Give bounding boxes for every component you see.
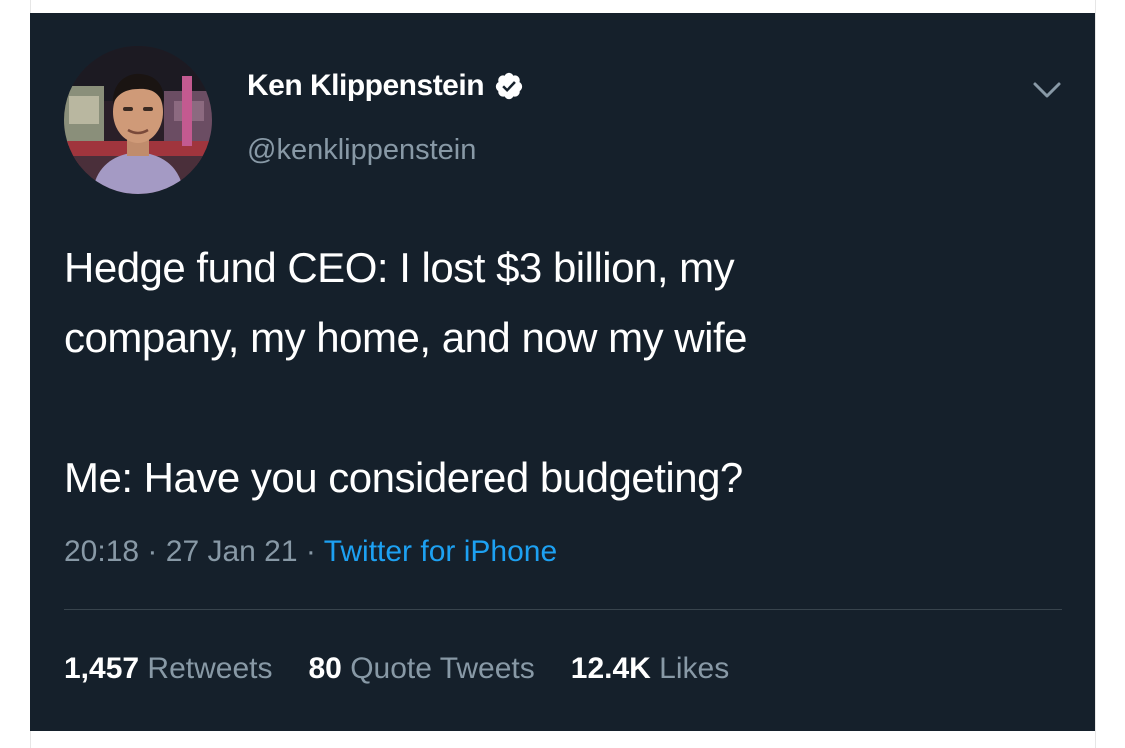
tweet-text: Hedge fund CEO: I lost $3 billion, my co…	[64, 233, 1064, 513]
right-border	[1095, 0, 1096, 748]
tweet-card: Ken Klippenstein @kenklippenstein Hedge …	[30, 13, 1095, 731]
quote-tweets-label: Quote Tweets	[350, 652, 535, 685]
meta-separator: ·	[305, 535, 316, 568]
tweet-text-line: Hedge fund CEO: I lost $3 billion, my	[64, 244, 735, 291]
avatar-photo	[64, 46, 212, 194]
screenshot-page: Ken Klippenstein @kenklippenstein Hedge …	[0, 0, 1125, 748]
retweets-count: 1,457	[64, 652, 140, 685]
divider	[64, 609, 1062, 610]
tweet-text-blank-line	[64, 373, 1064, 443]
likes-label: Likes	[659, 652, 730, 685]
tweet-text-line: company, my home, and now my wife	[64, 314, 748, 361]
likes-stat[interactable]: 12.4K Likes	[571, 652, 729, 686]
verified-badge-icon	[495, 72, 523, 100]
avatar[interactable]	[64, 46, 212, 194]
author-name-row: Ken Klippenstein	[247, 69, 524, 103]
meta-separator: ·	[147, 535, 158, 568]
author-handle[interactable]: @kenklippenstein	[247, 134, 476, 167]
tweet-time[interactable]: 20:18	[64, 535, 139, 568]
tweet-stats: 1,457 Retweets 80 Quote Tweets 12.4K Lik…	[64, 652, 765, 686]
tweet-text-line: Me: Have you considered budgeting?	[64, 454, 743, 501]
quote-tweets-count: 80	[308, 652, 342, 685]
tweet-meta: 20:18 · 27 Jan 21 · Twitter for iPhone	[64, 535, 557, 569]
quote-tweets-stat[interactable]: 80 Quote Tweets	[308, 652, 534, 686]
chevron-down-icon[interactable]	[1030, 73, 1064, 107]
author-display-name[interactable]: Ken Klippenstein	[247, 69, 485, 103]
retweets-label: Retweets	[147, 652, 273, 685]
likes-count: 12.4K	[570, 652, 651, 685]
tweet-date[interactable]: 27 Jan 21	[166, 535, 298, 568]
tweet-source-link[interactable]: Twitter for iPhone	[324, 535, 557, 568]
retweets-stat[interactable]: 1,457 Retweets	[64, 652, 272, 686]
